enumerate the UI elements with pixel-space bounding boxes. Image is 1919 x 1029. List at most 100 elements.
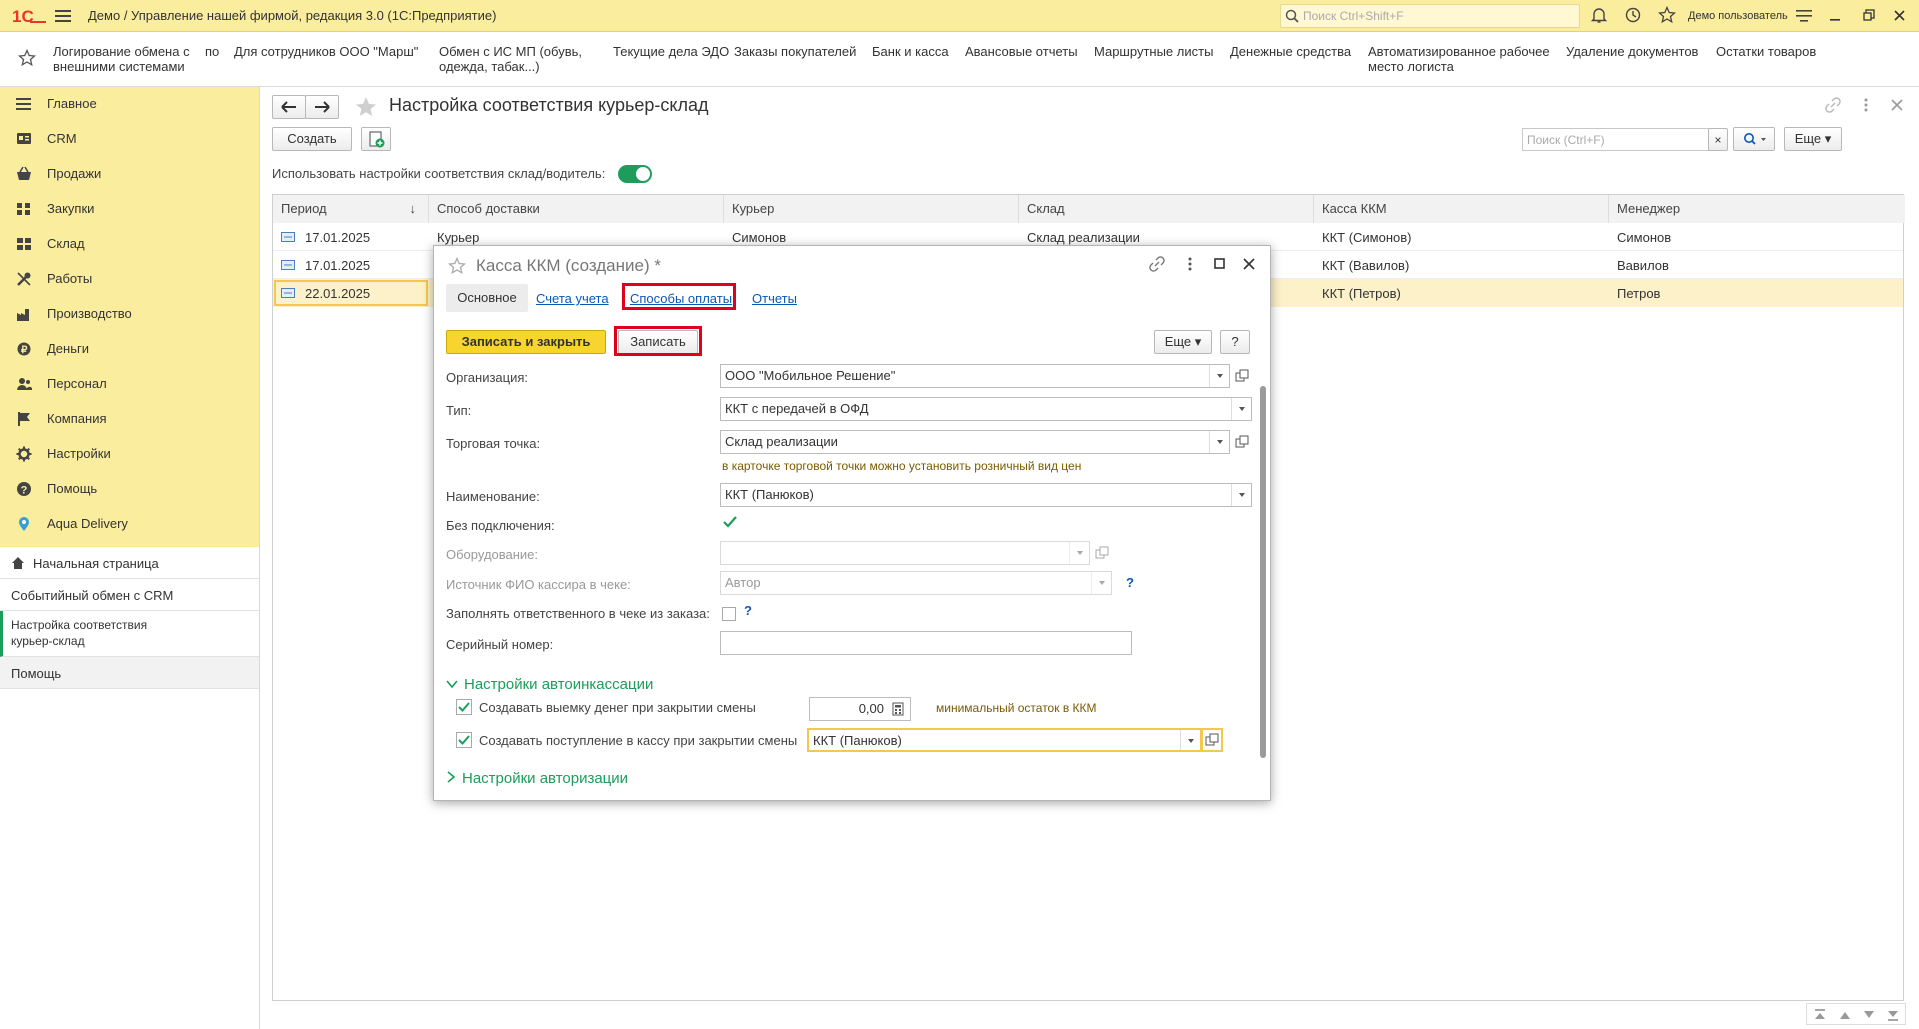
scroll-top-icon[interactable]: [1813, 1009, 1827, 1021]
tab-reports[interactable]: Отчеты: [752, 291, 797, 306]
open-icon[interactable]: [1201, 728, 1223, 752]
favorite-link[interactable]: Банк и касса: [872, 44, 949, 59]
favorite-link[interactable]: Автоматизированное рабочее место логиста: [1368, 44, 1550, 74]
favorite-link[interactable]: Авансовые отчеты: [965, 44, 1078, 59]
autocollect-group-header[interactable]: Настройки автоинкассации: [446, 676, 653, 693]
favorite-link[interactable]: Текущие дела ЭДО: [613, 44, 729, 59]
section-sales[interactable]: Продажи: [0, 157, 259, 192]
column-header[interactable]: Период ↓: [273, 195, 429, 223]
org-field[interactable]: ООО "Мобильное Решение": [720, 364, 1230, 388]
dialog-favorite-star-icon[interactable]: [448, 257, 466, 275]
receipt-field[interactable]: ККТ (Панюков): [807, 728, 1202, 752]
auth-group-header[interactable]: Настройки авторизации: [446, 770, 628, 787]
scrollbar-thumb[interactable]: [1260, 386, 1266, 758]
favorite-link[interactable]: Денежные средства: [1230, 44, 1351, 59]
dialog-more-button[interactable]: Еще ▾: [1154, 330, 1212, 354]
open-icon[interactable]: [1232, 431, 1252, 453]
dropdown-icon[interactable]: [1209, 365, 1229, 387]
close-app-icon[interactable]: [1894, 9, 1906, 23]
tab-accounts[interactable]: Счета учета: [536, 291, 609, 306]
favorites-star-icon[interactable]: [18, 49, 36, 67]
responsible-checkbox[interactable]: [722, 607, 736, 621]
cashier-field[interactable]: Автор: [720, 571, 1112, 595]
dialog-more-icon[interactable]: [1186, 256, 1194, 272]
column-header[interactable]: Склад: [1019, 195, 1314, 223]
responsible-help-icon[interactable]: ?: [744, 603, 752, 618]
section-production[interactable]: Производство: [0, 297, 259, 332]
restore-icon[interactable]: [1863, 9, 1875, 23]
form-close-icon[interactable]: [1890, 97, 1904, 113]
favorite-link[interactable]: Остатки товаров: [1716, 44, 1816, 59]
open-window-current[interactable]: Настройка соответствия курьер-склад: [0, 611, 259, 657]
column-header[interactable]: Способ доставки: [429, 195, 724, 223]
dialog-scrollbar[interactable]: [1259, 370, 1267, 780]
column-header[interactable]: Курьер: [724, 195, 1019, 223]
section-aqua-delivery[interactable]: Aqua Delivery: [0, 507, 259, 542]
1c-logo[interactable]: 1С: [12, 6, 46, 26]
tab-main[interactable]: Основное: [446, 284, 528, 312]
section-settings[interactable]: Настройки: [0, 437, 259, 472]
add-copy-button[interactable]: [361, 127, 391, 151]
global-search-input[interactable]: Поиск Ctrl+Shift+F: [1280, 4, 1580, 28]
serial-field[interactable]: [720, 631, 1132, 655]
scroll-up-icon[interactable]: [1838, 1009, 1852, 1021]
dropdown-icon[interactable]: [1209, 431, 1229, 453]
equipment-field[interactable]: [720, 541, 1090, 565]
favorite-link[interactable]: Для сотрудников ООО "Марш": [234, 44, 418, 59]
section-purchases[interactable]: Закупки: [0, 192, 259, 227]
dropdown-icon[interactable]: [1069, 542, 1089, 564]
driver-settings-toggle[interactable]: [618, 165, 652, 183]
open-window-home[interactable]: Начальная страница: [0, 547, 259, 579]
favorite-link[interactable]: Логирование обмена с внешними системами: [53, 44, 190, 74]
open-icon[interactable]: [1232, 365, 1252, 387]
name-field[interactable]: ККТ (Панюков): [720, 483, 1252, 507]
dropdown-icon[interactable]: [1091, 572, 1111, 594]
section-help[interactable]: ? Помощь: [0, 472, 259, 507]
dialog-close-icon[interactable]: [1242, 257, 1256, 271]
minimize-icon[interactable]: [1830, 9, 1842, 23]
dialog-link-icon[interactable]: [1149, 256, 1165, 272]
dialog-maximize-icon[interactable]: [1214, 258, 1226, 270]
back-button[interactable]: [272, 95, 306, 119]
form-search-button[interactable]: [1733, 127, 1775, 151]
bell-icon[interactable]: [1590, 6, 1608, 24]
receipt-checkbox[interactable]: [456, 732, 472, 748]
settings-menu-icon[interactable]: [1796, 9, 1812, 23]
favorite-link[interactable]: Заказы покупателей: [734, 44, 856, 59]
form-favorite-star-icon[interactable]: [354, 95, 378, 119]
scroll-down-icon[interactable]: [1862, 1009, 1876, 1021]
favorites-star-icon[interactable]: [1658, 6, 1676, 24]
point-field[interactable]: Склад реализации: [720, 430, 1230, 454]
section-main[interactable]: Главное: [0, 87, 259, 122]
column-header[interactable]: Менеджер: [1609, 195, 1905, 223]
dropdown-icon[interactable]: [1231, 484, 1251, 506]
calculator-icon[interactable]: [892, 702, 904, 716]
section-works[interactable]: Работы: [0, 262, 259, 297]
favorite-link[interactable]: Маршрутные листы: [1094, 44, 1213, 59]
form-search-input[interactable]: Поиск (Ctrl+F): [1522, 128, 1722, 151]
link-icon[interactable]: [1825, 97, 1841, 113]
section-personnel[interactable]: Персонал: [0, 367, 259, 402]
open-icon[interactable]: [1092, 542, 1112, 564]
section-company[interactable]: Компания: [0, 402, 259, 437]
withdraw-checkbox[interactable]: [456, 699, 472, 715]
main-menu-icon[interactable]: [55, 9, 71, 23]
section-warehouse[interactable]: Склад: [0, 227, 259, 262]
form-more-button[interactable]: Еще ▾: [1784, 127, 1842, 151]
favorite-link[interactable]: Удаление документов: [1566, 44, 1698, 59]
form-more-icon[interactable]: [1862, 97, 1870, 113]
dialog-help-button[interactable]: ?: [1220, 330, 1250, 354]
history-icon[interactable]: [1624, 6, 1642, 24]
user-name[interactable]: Демо пользователь: [1688, 10, 1788, 22]
dropdown-icon[interactable]: [1231, 398, 1251, 420]
cashier-help-icon[interactable]: ?: [1126, 575, 1134, 590]
offline-checkbox[interactable]: [722, 514, 738, 530]
forward-button[interactable]: [305, 95, 339, 119]
scroll-bottom-icon[interactable]: [1886, 1009, 1900, 1021]
open-window-crm-exchange[interactable]: Событийный обмен с CRM: [0, 579, 259, 611]
column-header[interactable]: Касса ККМ: [1314, 195, 1609, 223]
favorite-link[interactable]: Обмен с ИС МП (обувь, одежда, табак...): [439, 44, 582, 74]
dropdown-icon[interactable]: [1180, 730, 1200, 750]
type-field[interactable]: ККТ с передачей в ОФД: [720, 397, 1252, 421]
form-search-clear-button[interactable]: ×: [1708, 128, 1728, 151]
